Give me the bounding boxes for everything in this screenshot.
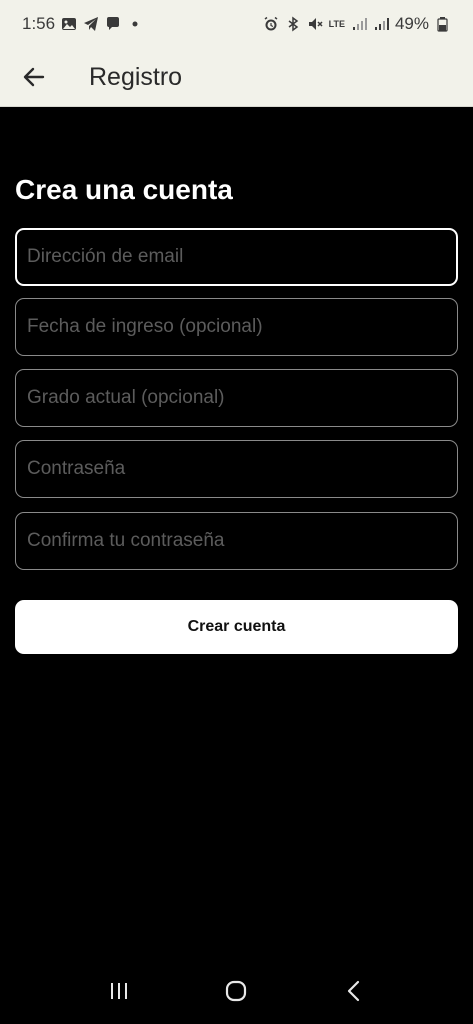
battery-percent: 49% <box>394 14 429 33</box>
status-bar: 1:56 LTE 49% <box>0 0 473 48</box>
alarm-icon <box>263 16 279 32</box>
signal-icon-2 <box>373 16 389 32</box>
arrow-left-icon <box>23 67 45 87</box>
recents-icon <box>110 983 127 999</box>
status-right: LTE 49% <box>263 14 451 34</box>
grade-field[interactable] <box>27 387 457 409</box>
dot-icon <box>127 16 143 32</box>
confirm-password-field-container <box>15 512 458 570</box>
password-field[interactable] <box>27 458 457 480</box>
app-bar: Registro <box>0 48 473 107</box>
telegram-icon <box>83 16 99 32</box>
status-time: 1:56 <box>22 14 56 33</box>
system-nav-bar <box>0 958 473 1024</box>
home-icon <box>226 980 247 1002</box>
status-left: 1:56 <box>22 14 143 34</box>
email-field[interactable] <box>27 246 456 268</box>
lte-label: LTE <box>328 18 345 29</box>
bluetooth-icon <box>285 16 301 32</box>
grade-field-container <box>15 369 458 427</box>
battery-icon <box>435 16 451 32</box>
email-field-container <box>15 228 458 286</box>
confirm-password-field[interactable] <box>27 530 457 552</box>
image-icon <box>61 16 77 32</box>
back-icon <box>348 980 360 1002</box>
signup-form: Crea una cuenta Crear cuenta <box>0 108 473 958</box>
form-heading: Crea una cuenta <box>15 174 233 205</box>
entry-date-field-container <box>15 298 458 356</box>
back-button[interactable] <box>14 57 54 97</box>
signal-icon <box>351 16 367 32</box>
chat-icon <box>105 16 121 32</box>
page-title: Registro <box>89 62 183 91</box>
create-account-button[interactable]: Crear cuenta <box>15 600 458 654</box>
home-button[interactable] <box>216 971 256 1011</box>
nav-back-button[interactable] <box>334 971 374 1011</box>
password-field-container <box>15 440 458 498</box>
entry-date-field[interactable] <box>27 316 457 338</box>
mute-icon <box>307 16 323 32</box>
recents-button[interactable] <box>99 971 139 1011</box>
